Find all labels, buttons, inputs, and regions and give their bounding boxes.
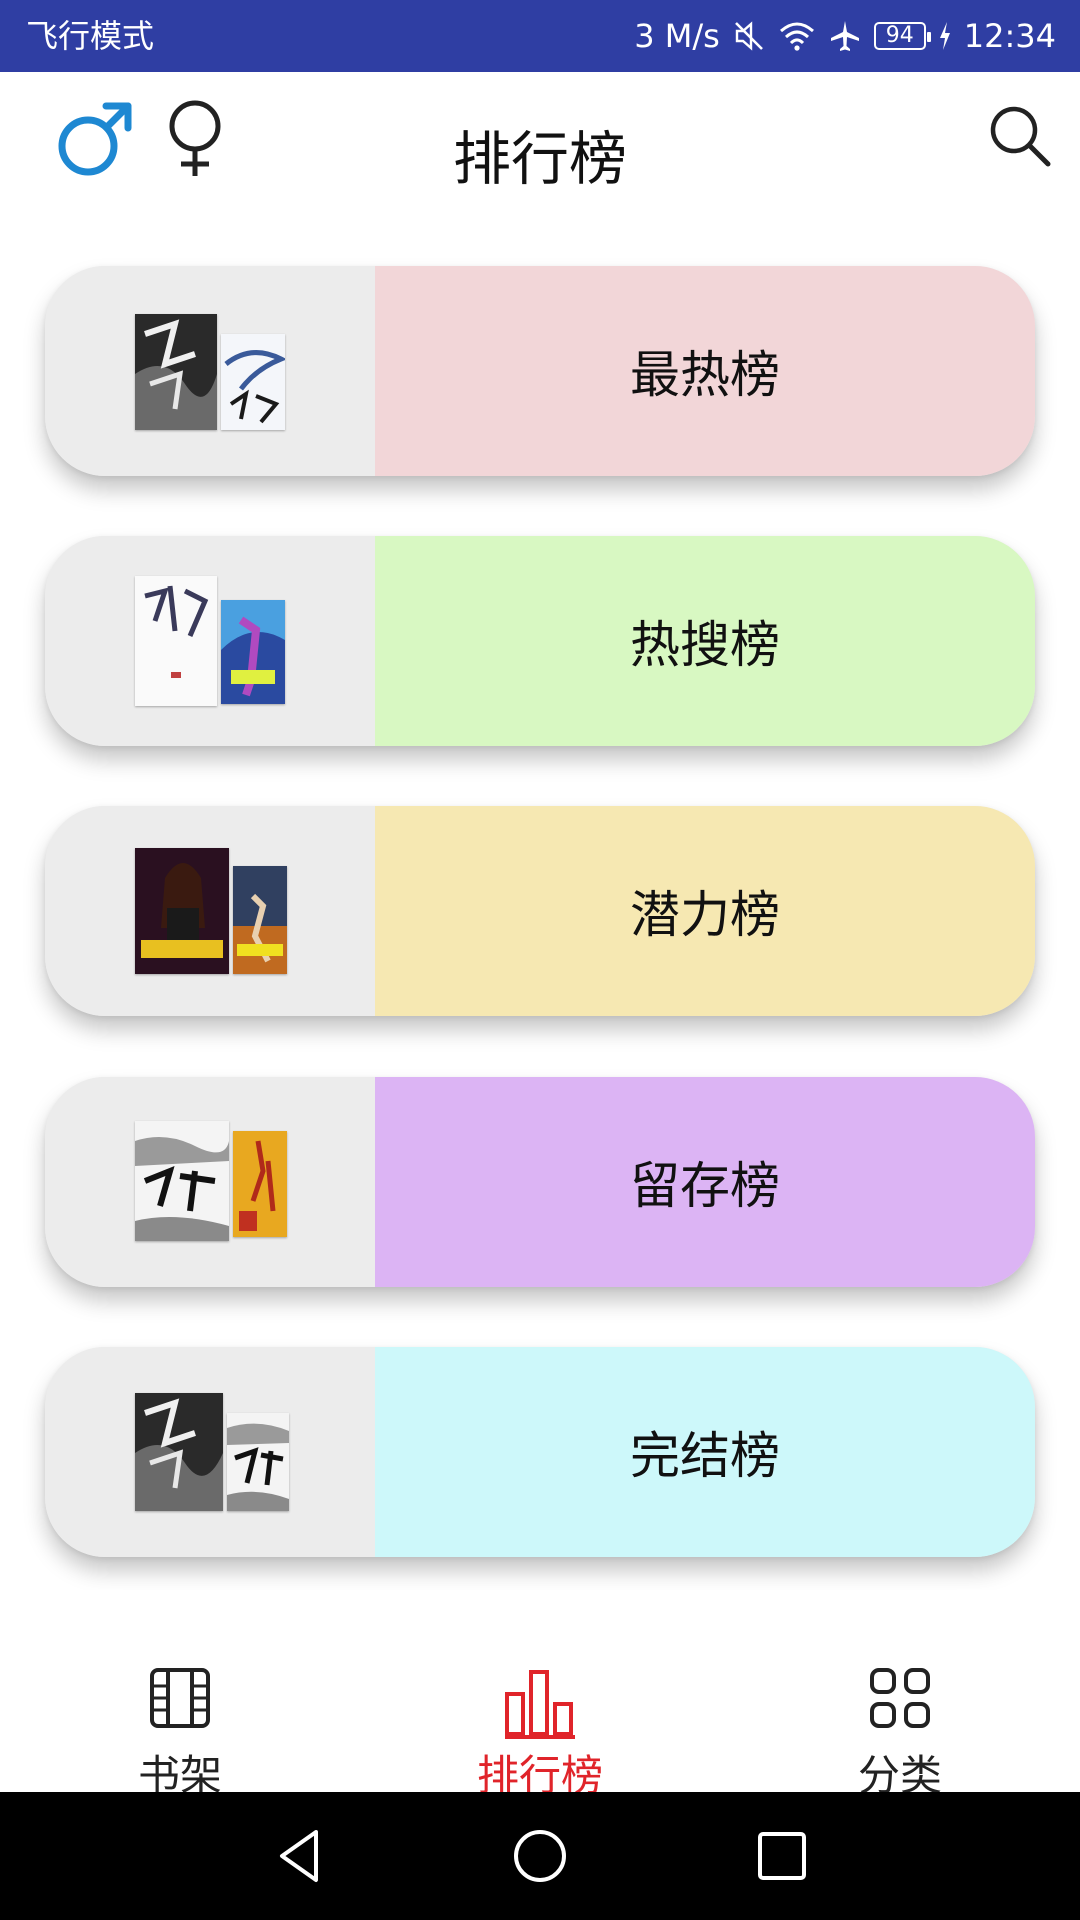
airplane-icon <box>828 19 862 53</box>
ranking-label: 潜力榜 <box>375 806 1035 1016</box>
book-cover <box>227 1413 289 1511</box>
back-icon[interactable] <box>270 1826 330 1890</box>
battery-icon: 94 <box>873 22 931 50</box>
status-left-text: 飞行模式 <box>26 17 155 55</box>
cover-thumbnails <box>45 1347 375 1557</box>
bookshelf-icon <box>0 1666 360 1730</box>
book-cover <box>135 1393 223 1511</box>
bottom-navigation: 书架 排行榜 分类 <box>0 1590 1080 1800</box>
cover-thumbnails <box>45 266 375 476</box>
cover-thumbnails <box>45 1077 375 1287</box>
mute-icon <box>732 19 766 53</box>
ranking-card-hottest[interactable]: 最热榜 <box>45 266 1035 476</box>
clock: 12:34 <box>963 17 1056 55</box>
ranking-card-completed[interactable]: 完结榜 <box>45 1347 1035 1557</box>
status-bar: 飞行模式 3 M/s 94 12:34 <box>0 0 1080 72</box>
recents-icon[interactable] <box>752 1826 812 1890</box>
search-icon[interactable] <box>986 102 1056 176</box>
book-cover <box>233 866 287 974</box>
nav-category[interactable]: 分类 <box>720 1590 1080 1800</box>
network-speed: 3 M/s <box>634 17 720 55</box>
book-cover <box>135 576 217 706</box>
ranking-card-retention[interactable]: 留存榜 <box>45 1077 1035 1287</box>
top-app-bar: 排行榜 <box>0 72 1080 222</box>
status-right: 3 M/s 94 12:34 <box>634 0 1056 72</box>
system-navigation-bar <box>0 1792 1080 1920</box>
ranking-icon <box>360 1666 720 1740</box>
ranking-card-potential[interactable]: 潜力榜 <box>45 806 1035 1016</box>
book-cover <box>221 600 285 704</box>
cover-thumbnails <box>45 806 375 1016</box>
charging-icon <box>938 21 952 51</box>
page-title: 排行榜 <box>452 125 627 193</box>
ranking-label: 热搜榜 <box>375 536 1035 746</box>
nav-ranking[interactable]: 排行榜 <box>360 1590 720 1800</box>
book-cover <box>221 334 288 430</box>
nav-bookshelf[interactable]: 书架 <box>0 1590 360 1800</box>
wifi-icon <box>778 19 816 53</box>
home-icon[interactable] <box>510 1826 570 1890</box>
ranking-card-hot-search[interactable]: 热搜榜 <box>45 536 1035 746</box>
category-icon <box>720 1666 1080 1730</box>
ranking-label: 留存榜 <box>375 1077 1035 1287</box>
ranking-label: 完结榜 <box>375 1347 1035 1557</box>
cover-thumbnails <box>45 536 375 746</box>
ranking-label: 最热榜 <box>375 266 1035 476</box>
book-cover <box>135 314 217 430</box>
book-cover <box>135 848 229 974</box>
book-cover <box>233 1131 287 1237</box>
book-cover <box>135 1121 229 1241</box>
